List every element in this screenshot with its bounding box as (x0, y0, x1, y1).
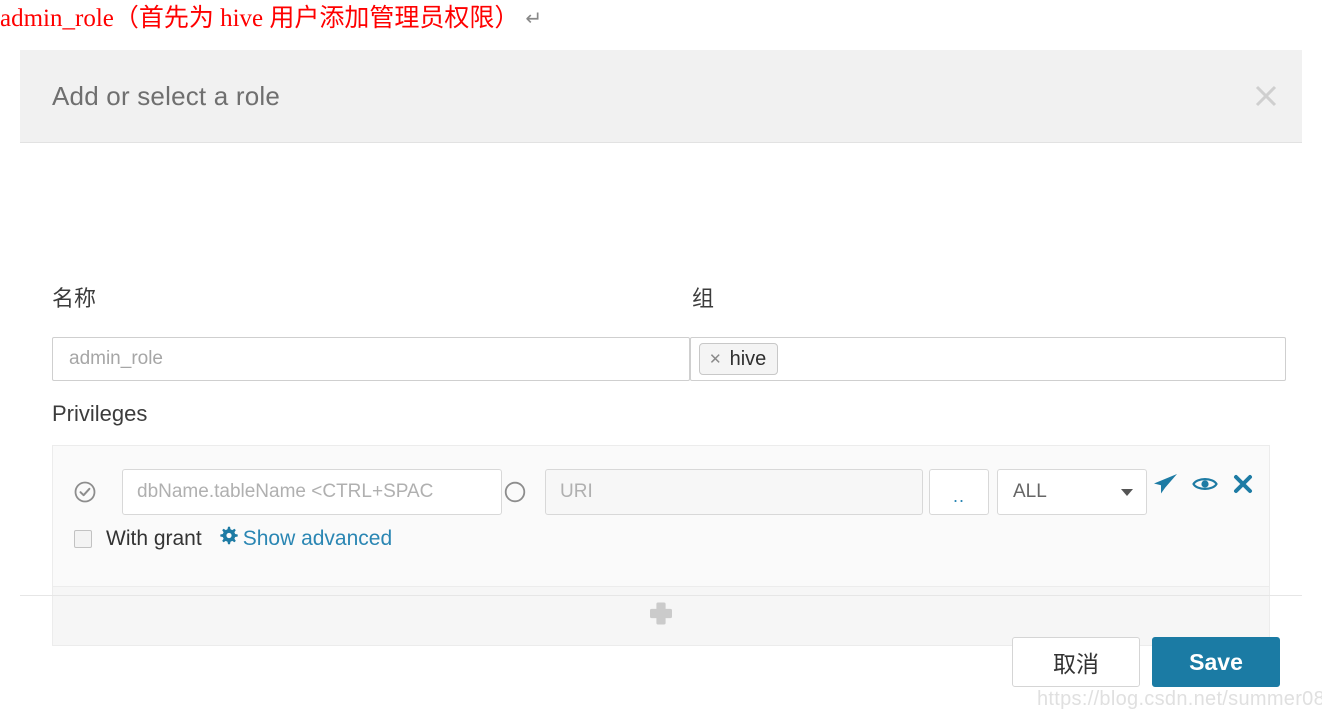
page-caption: admin_role（首先为 hive 用户添加管理员权限） ↵ (0, 1, 542, 35)
with-grant-label: With grant (106, 527, 202, 550)
name-field-label: 名称 (52, 287, 97, 312)
browse-button[interactable]: .. (929, 469, 989, 515)
with-grant-line: With grant Show advanced (74, 526, 392, 552)
db-table-input[interactable]: dbName.tableName <CTRL+SPAC (122, 469, 502, 515)
close-icon[interactable]: ✕ (709, 351, 722, 367)
with-grant-checkbox[interactable] (74, 530, 92, 548)
radio-unchecked-icon[interactable] (504, 481, 526, 503)
action-select-value: ALL (1013, 481, 1047, 502)
show-advanced-link[interactable]: Show advanced (218, 526, 392, 552)
action-select[interactable]: ALL (997, 469, 1147, 515)
uri-input[interactable]: URI (545, 469, 923, 515)
chevron-down-icon (1121, 489, 1133, 496)
group-field-label: 组 (692, 287, 715, 312)
footer-divider (20, 595, 1302, 596)
save-button[interactable]: Save (1152, 637, 1280, 687)
group-tag-hive[interactable]: ✕ hive (699, 343, 779, 375)
modal-header: Add or select a role (20, 50, 1302, 143)
plus-icon (647, 600, 675, 633)
paragraph-return-icon: ↵ (525, 6, 543, 30)
cancel-button[interactable]: 取消 (1012, 637, 1140, 687)
group-input[interactable]: ✕ hive (690, 337, 1286, 381)
show-advanced-label: Show advanced (242, 527, 393, 550)
page-title: Add or select a role (52, 81, 281, 111)
close-icon[interactable] (1246, 76, 1286, 116)
radio-checked-icon[interactable] (74, 481, 96, 503)
send-icon[interactable] (1152, 472, 1178, 501)
privilege-row: dbName.tableName <CTRL+SPAC URI .. ALL W… (53, 446, 1269, 587)
privileges-section-title: Privileges (52, 401, 148, 426)
privileges-list: dbName.tableName <CTRL+SPAC URI .. ALL W… (52, 445, 1270, 646)
gear-icon (218, 526, 238, 552)
privilege-row-actions (1152, 472, 1254, 501)
name-input[interactable]: admin_role (52, 337, 690, 381)
watermark: https://blog.csdn.net/summer089089 (1037, 688, 1322, 710)
page-caption-text: admin_role（首先为 hive 用户添加管理员权限） (0, 5, 520, 32)
group-tag-label: hive (729, 347, 767, 370)
modal-footer: 取消 Save (1012, 637, 1280, 687)
delete-icon[interactable] (1232, 473, 1254, 500)
eye-icon[interactable] (1192, 473, 1218, 500)
add-role-modal: Add or select a role 名称 组 admin_role ✕ h… (20, 50, 1302, 710)
